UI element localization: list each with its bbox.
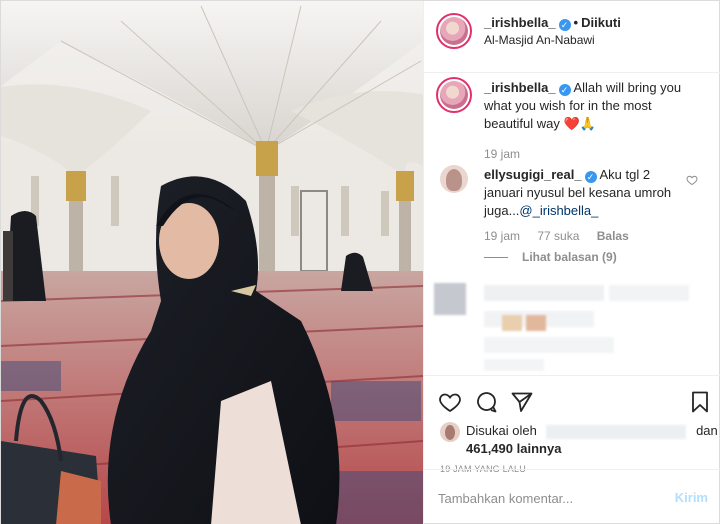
verified-badge-icon: ✓: [558, 19, 571, 31]
mosque-photo-illustration: [1, 1, 423, 524]
caption-emoji: ❤️🙏: [563, 116, 596, 131]
header-title-row: _irishbella_ ✓ • Diikuti: [484, 15, 621, 31]
comments-area: _irishbella_ ✓ Allah will bring you what …: [424, 73, 720, 375]
caption-time[interactable]: 19 jam: [484, 147, 520, 161]
post-header: _irishbella_ ✓ • Diikuti Al-Masjid An-Nabaw…: [424, 1, 720, 73]
likes-summary: Disukai oleh dan: [466, 422, 718, 440]
verified-badge-icon: ✓: [584, 171, 597, 183]
comment-input[interactable]: [438, 488, 668, 508]
liker-avatar[interactable]: [440, 422, 460, 442]
likes-count: 461,490: [466, 441, 513, 456]
comment-like-heart-icon[interactable]: [686, 174, 698, 186]
likes-prefix: Disukai oleh: [466, 423, 537, 438]
following-status[interactable]: Diikuti: [581, 15, 621, 30]
separator-dot: •: [573, 15, 579, 30]
heart-icon[interactable]: [438, 390, 462, 414]
comment-like-count[interactable]: 77 suka: [537, 229, 579, 243]
commenter-avatar[interactable]: [440, 165, 468, 193]
reply-button[interactable]: Balas: [597, 229, 629, 243]
bookmark-icon[interactable]: [688, 390, 712, 414]
caption-avatar[interactable]: [436, 77, 472, 113]
comment-meta: 19 jam 77 suka Balas: [484, 229, 629, 243]
post-side-panel: _irishbella_ ✓ • Diikuti Al-Masjid An-Nabaw…: [423, 1, 720, 524]
blurred-comment: [434, 281, 712, 375]
post-comment-button[interactable]: Kirim: [675, 490, 708, 505]
caption-username[interactable]: _irishbella_: [484, 80, 556, 95]
likes-suffix: dan: [696, 423, 718, 438]
comment-time[interactable]: 19 jam: [484, 229, 520, 243]
view-replies-label[interactable]: Lihat balasan (9): [522, 250, 617, 264]
replies-divider: [484, 257, 508, 259]
blurred-liker-name: [546, 424, 687, 439]
add-comment-bar: Kirim: [424, 469, 720, 524]
post-dialog: _irishbella_ ✓ • Diikuti Al-Masjid An-Nabaw…: [0, 0, 720, 524]
post-location[interactable]: Al-Masjid An-Nabawi: [484, 33, 595, 47]
comment-icon[interactable]: [474, 390, 498, 414]
comment: ellysugigi_real_ ✓ Aku tgl 2 januari nyus…: [484, 166, 684, 220]
verified-badge-icon: ✓: [558, 84, 571, 96]
likes-others: lainnya: [516, 441, 562, 456]
post-photo[interactable]: [1, 1, 423, 524]
view-replies[interactable]: Lihat balasan (9): [484, 250, 617, 264]
likes-count-row[interactable]: 461,490 lainnya: [466, 440, 561, 458]
share-icon[interactable]: [510, 390, 534, 414]
author-avatar[interactable]: [436, 13, 472, 49]
caption: _irishbella_ ✓ Allah will bring you what …: [484, 79, 704, 133]
author-username[interactable]: _irishbella_: [484, 15, 556, 30]
comment-mention[interactable]: @_irishbella_: [519, 203, 598, 218]
comment-username[interactable]: ellysugigi_real_: [484, 167, 582, 182]
